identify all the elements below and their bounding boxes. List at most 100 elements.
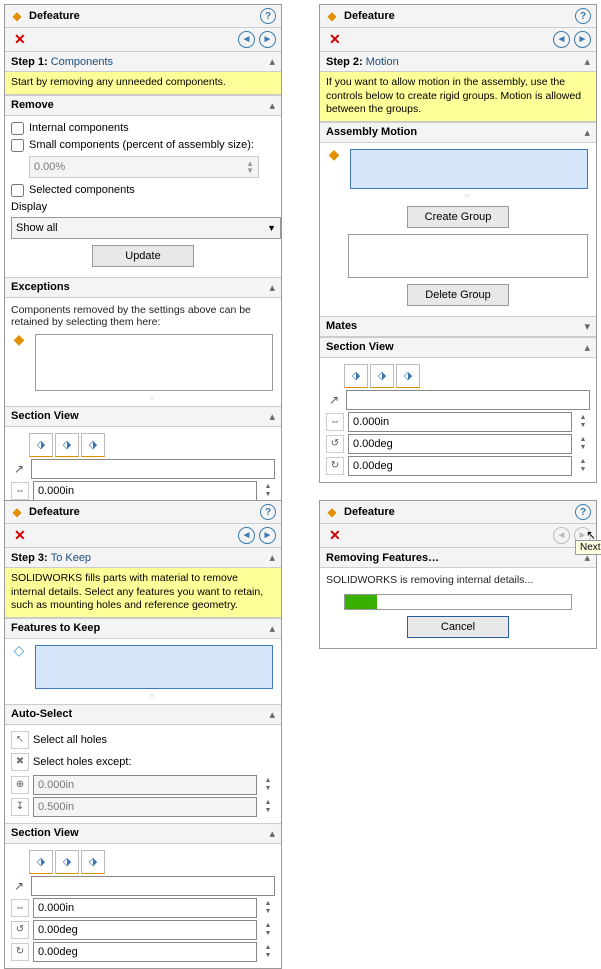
angle1-input[interactable] bbox=[33, 920, 257, 940]
panel-title: Defeature bbox=[29, 506, 260, 518]
small-components-check[interactable]: Small components (percent of assembly si… bbox=[11, 137, 275, 154]
flip-icon[interactable]: ↗ bbox=[11, 878, 27, 894]
internal-components-check[interactable]: Internal components bbox=[11, 120, 275, 137]
section-plane-3[interactable]: ⬗ bbox=[396, 364, 420, 388]
panel-title: Defeature bbox=[344, 506, 575, 518]
help-icon[interactable]: ? bbox=[575, 8, 591, 24]
create-group-button[interactable]: Create Group bbox=[407, 206, 509, 228]
close-button[interactable]: ✕ bbox=[325, 31, 345, 48]
section-view-header: Section View bbox=[11, 410, 263, 422]
back-button[interactable]: ◄ bbox=[238, 31, 255, 48]
section-plane-3[interactable]: ⬗ bbox=[81, 433, 105, 457]
section-name-input[interactable] bbox=[31, 459, 275, 479]
flip-icon[interactable]: ↗ bbox=[326, 392, 342, 408]
step-hint: Start by removing any unneeded component… bbox=[5, 72, 281, 95]
help-icon[interactable]: ? bbox=[260, 8, 276, 24]
display-dropdown[interactable]: Show all ▼ bbox=[11, 217, 281, 239]
display-label: Display bbox=[11, 199, 275, 215]
collapse-toggle[interactable]: ▴ bbox=[263, 281, 275, 294]
section-plane-1[interactable]: ⬗ bbox=[29, 850, 53, 874]
flip-icon[interactable]: ↗ bbox=[11, 461, 27, 477]
close-button[interactable]: ✕ bbox=[10, 31, 30, 48]
section-plane-3[interactable]: ⬗ bbox=[81, 850, 105, 874]
defeature-icon: ◆ bbox=[10, 505, 24, 519]
small-percent-input[interactable]: 0.00% ▲▼ bbox=[29, 156, 259, 178]
resize-handle[interactable]: ○ bbox=[31, 691, 275, 700]
collapse-toggle[interactable]: ▴ bbox=[263, 55, 275, 68]
section-name-input[interactable] bbox=[346, 390, 590, 410]
angle2-input[interactable] bbox=[348, 456, 572, 476]
offset-icon: ⇔ bbox=[11, 899, 29, 917]
resize-handle[interactable]: ○ bbox=[346, 191, 590, 200]
delete-group-button[interactable]: Delete Group bbox=[407, 284, 509, 306]
angle1-icon: ↺ bbox=[326, 435, 344, 453]
next-button[interactable]: ► bbox=[574, 31, 591, 48]
step-number: Step 2: bbox=[326, 56, 363, 68]
features-list[interactable] bbox=[35, 645, 273, 689]
step-title: Components bbox=[51, 56, 264, 68]
max-diameter-input[interactable] bbox=[33, 775, 257, 795]
angle2-icon: ↻ bbox=[11, 943, 29, 961]
section-plane-1[interactable]: ⬗ bbox=[344, 364, 368, 388]
section-plane-2[interactable]: ⬗ bbox=[55, 433, 79, 457]
remove-header: Remove bbox=[11, 99, 263, 111]
collapse-toggle[interactable]: ▴ bbox=[578, 341, 590, 354]
next-button[interactable]: ► bbox=[259, 527, 276, 544]
close-button[interactable]: ✕ bbox=[10, 527, 30, 544]
angle2-input[interactable] bbox=[33, 942, 257, 962]
cancel-button[interactable]: Cancel bbox=[407, 616, 509, 638]
max-depth-input[interactable] bbox=[33, 797, 257, 817]
cursor-icon: ↖ bbox=[586, 528, 596, 542]
arrow-cross-icon: ✖ bbox=[11, 753, 29, 771]
next-button[interactable]: ► bbox=[259, 31, 276, 48]
offset-icon: ⇔ bbox=[326, 413, 344, 431]
close-button[interactable]: ✕ bbox=[325, 527, 345, 544]
exceptions-header: Exceptions bbox=[11, 281, 263, 293]
selected-components-check[interactable]: Selected components bbox=[11, 182, 275, 199]
exceptions-text: Components removed by the settings above… bbox=[11, 302, 275, 332]
collapse-toggle[interactable]: ▴ bbox=[263, 410, 275, 423]
max-diameter-icon: ⊕ bbox=[11, 776, 29, 794]
step-hint: SOLIDWORKS fills parts with material to … bbox=[5, 568, 281, 618]
offset-input[interactable] bbox=[33, 481, 257, 501]
angle1-icon: ↺ bbox=[11, 921, 29, 939]
section-plane-1[interactable]: ⬗ bbox=[29, 433, 53, 457]
step-number: Step 3: bbox=[11, 552, 48, 564]
angle1-input[interactable] bbox=[348, 434, 572, 454]
collapse-toggle[interactable]: ▴ bbox=[578, 126, 590, 139]
groups-list[interactable] bbox=[348, 234, 588, 278]
section-plane-2[interactable]: ⬗ bbox=[370, 364, 394, 388]
progress-fill bbox=[345, 595, 377, 609]
resize-handle[interactable]: ○ bbox=[31, 393, 275, 402]
offset-input[interactable] bbox=[348, 412, 572, 432]
collapse-toggle[interactable]: ▴ bbox=[263, 827, 275, 840]
back-button[interactable]: ◄ bbox=[553, 31, 570, 48]
defeature-icon: ◆ bbox=[10, 9, 24, 23]
collapse-toggle[interactable]: ▾ bbox=[578, 320, 590, 333]
collapse-toggle[interactable]: ▴ bbox=[263, 622, 275, 635]
exceptions-list[interactable] bbox=[35, 334, 273, 391]
back-button[interactable]: ◄ bbox=[238, 527, 255, 544]
update-button[interactable]: Update bbox=[92, 245, 194, 267]
select-holes-except[interactable]: ✖ Select holes except: bbox=[11, 751, 275, 773]
collapse-toggle[interactable]: ▴ bbox=[263, 708, 275, 721]
help-icon[interactable]: ? bbox=[575, 504, 591, 520]
angle2-icon: ↻ bbox=[326, 457, 344, 475]
offset-input[interactable] bbox=[33, 898, 257, 918]
collapse-toggle[interactable]: ▴ bbox=[263, 99, 275, 112]
help-icon[interactable]: ? bbox=[260, 504, 276, 520]
panel-title: Defeature bbox=[344, 10, 575, 22]
section-plane-2[interactable]: ⬗ bbox=[55, 850, 79, 874]
section-name-input[interactable] bbox=[31, 876, 275, 896]
selection-icon: ◆ bbox=[11, 332, 27, 348]
offset-icon: ⇔ bbox=[11, 482, 29, 500]
group-members-list[interactable] bbox=[350, 149, 588, 189]
collapse-toggle[interactable]: ▴ bbox=[263, 551, 275, 564]
selection-icon: ◇ bbox=[11, 643, 27, 659]
removing-header: Removing Features… bbox=[326, 552, 578, 564]
select-all-holes[interactable]: ↖ Select all holes bbox=[11, 729, 275, 751]
collapse-toggle[interactable]: ▴ bbox=[578, 55, 590, 68]
step-number: Step 1: bbox=[11, 56, 48, 68]
step-title: Motion bbox=[366, 56, 579, 68]
step-title: To Keep bbox=[51, 552, 264, 564]
